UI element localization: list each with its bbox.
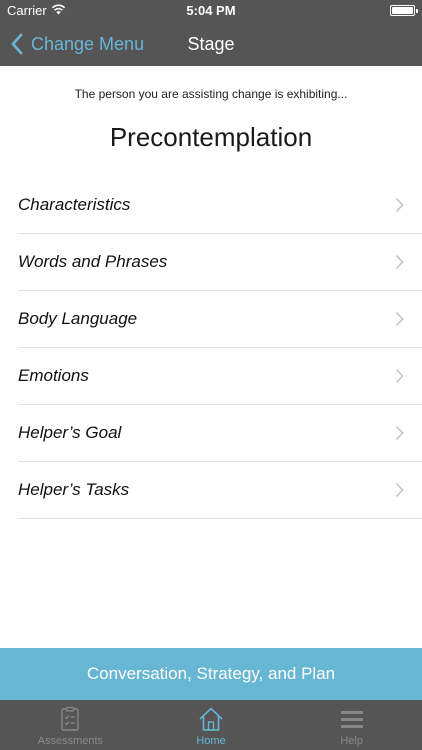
- battery-icon: [390, 5, 418, 16]
- list-item-words-and-phrases[interactable]: Words and Phrases: [18, 234, 422, 291]
- menu-lines-icon: [340, 711, 363, 728]
- chevron-left-icon: [11, 33, 23, 55]
- status-time: 5:04 PM: [186, 3, 236, 18]
- tab-label: Home: [196, 735, 226, 747]
- status-bar: Carrier 5:04 PM: [0, 0, 422, 22]
- stage-title: Precontemplation: [109, 122, 313, 152]
- back-button-label: Change Menu: [31, 33, 145, 54]
- tab-label: Help: [340, 735, 363, 747]
- tab-bar: Assessments Home Help: [0, 700, 422, 750]
- navigation-bar: Change Menu Stage: [0, 22, 422, 66]
- stage-subtitle: The person you are assisting change is e…: [74, 87, 348, 101]
- list-item-helpers-tasks[interactable]: Helper’s Tasks: [18, 462, 422, 519]
- chevron-right-icon: [395, 311, 404, 327]
- chevron-right-icon: [395, 368, 404, 384]
- stage-detail-list: Characteristics Words and Phrases Body L…: [18, 177, 422, 519]
- conversation-strategy-plan-button[interactable]: Conversation, Strategy, and Plan: [0, 648, 422, 700]
- list-item-label: Helper’s Goal: [18, 423, 122, 442]
- back-button[interactable]: Change Menu: [10, 22, 144, 66]
- clipboard-checklist-icon: [61, 706, 80, 731]
- chevron-right-icon: [395, 425, 404, 441]
- home-icon: [199, 707, 223, 731]
- list-item-label: Words and Phrases: [18, 252, 168, 271]
- list-item-characteristics[interactable]: Characteristics: [18, 177, 422, 234]
- tab-assessments[interactable]: Assessments: [0, 700, 141, 750]
- list-item-emotions[interactable]: Emotions: [18, 348, 422, 405]
- chevron-right-icon: [395, 482, 404, 498]
- chevron-right-icon: [395, 254, 404, 270]
- list-item-label: Emotions: [18, 366, 89, 385]
- list-item-label: Helper’s Tasks: [18, 480, 130, 499]
- tab-label: Assessments: [37, 735, 104, 747]
- chevron-right-icon: [395, 197, 404, 213]
- list-item-helpers-goal[interactable]: Helper’s Goal: [18, 405, 422, 462]
- list-item-body-language[interactable]: Body Language: [18, 291, 422, 348]
- top-bar: Carrier 5:04 PM Change Menu Stage: [0, 0, 422, 66]
- tab-help[interactable]: Help: [281, 700, 422, 750]
- list-item-label: Characteristics: [18, 195, 131, 214]
- tab-home[interactable]: Home: [141, 700, 282, 750]
- list-item-label: Body Language: [18, 309, 138, 328]
